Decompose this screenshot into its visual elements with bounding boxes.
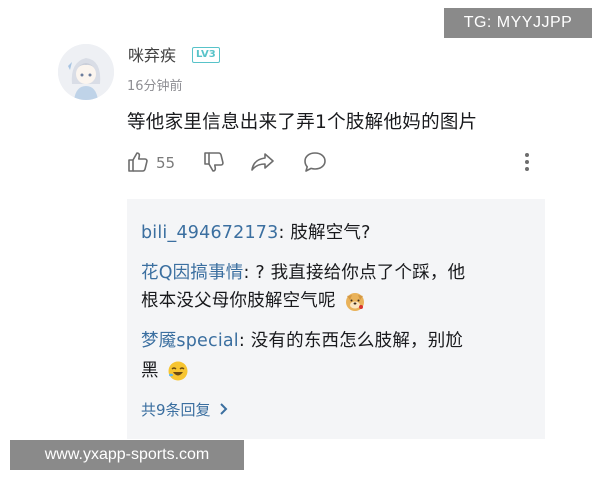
more-menu-icon[interactable] [522,150,532,176]
reply-text: 肢解空气? [290,223,371,243]
reply-separator: : [243,263,256,283]
chevron-right-icon [219,401,228,419]
reply-username[interactable]: 花Q因搞事情 [141,263,243,283]
thumbs-down-icon[interactable] [202,150,228,176]
avatar-illustration [58,44,114,100]
reply-username[interactable]: bili_494672173 [141,223,278,243]
more-replies-label: 共9条回复 [141,401,211,419]
share-icon[interactable] [250,150,276,176]
avatar[interactable] [58,44,114,100]
reply-separator: : [278,223,291,243]
reply-separator: : [238,331,251,351]
more-replies-link[interactable]: 共9条回复 [141,399,228,420]
reply-text-line2: 黑 [141,361,159,381]
laugh-emoji-icon [167,360,189,382]
comment-text: 等他家里信息出来了弄1个肢解他妈的图片 [127,112,478,133]
reply-item[interactable]: 花Q因搞事情: ? 我直接给你点了个踩，他 [141,259,465,284]
reply-username[interactable]: 梦魇special [141,331,239,351]
reply-item[interactable]: 梦魇special: 没有的东西怎么肢解，别尬 [141,327,463,352]
reply-text-line2: 根本没父母你肢解空气呢 [141,291,336,311]
doge-emoji-icon [344,290,366,312]
watermark-top: TG: MYYJJPP [444,8,592,38]
comment-actions: 55 [126,150,546,180]
reply-text: 没有的东西怎么肢解，别尬 [250,331,464,351]
comment-time: 16分钟前 [127,79,183,94]
comment-icon[interactable] [302,150,328,176]
username[interactable]: 咪弃疾 [128,42,176,66]
reply-text: ? 我直接给你点了个踩，他 [255,263,466,283]
watermark-bottom: www.yxapp-sports.com [10,440,244,470]
like-count: 55 [156,154,176,172]
replies-panel: bili_494672173: 肢解空气? 花Q因搞事情: ? 我直接给你点了个… [127,199,545,439]
thumbs-up-icon[interactable] [126,150,152,176]
reply-item[interactable]: bili_494672173: 肢解空气? [141,219,371,244]
level-badge: LV3 [192,47,220,63]
reply-item-continued: 黑 [141,357,189,382]
reply-item-continued: 根本没父母你肢解空气呢 [141,287,366,312]
